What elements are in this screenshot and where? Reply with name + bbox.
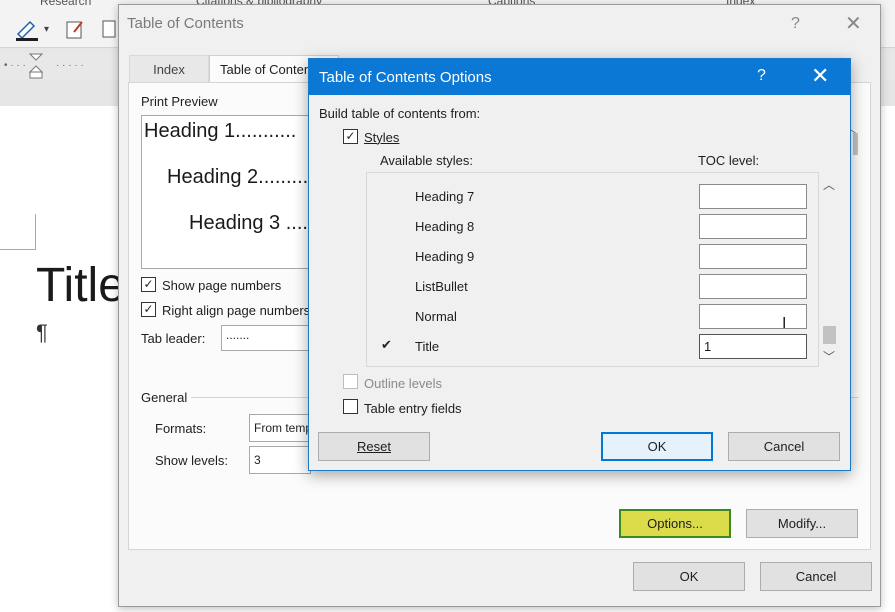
dialog-title: Table of Contents — [127, 15, 244, 32]
pilcrow-mark: ¶ — [36, 320, 48, 345]
toc-level-input[interactable] — [699, 274, 807, 299]
toc-level-input[interactable] — [699, 304, 807, 329]
style-name: Heading 8 — [415, 219, 475, 234]
print-preview-label: Print Preview — [141, 94, 218, 109]
table-entry-fields-checkbox[interactable] — [343, 399, 358, 414]
options-help-icon[interactable]: ? — [757, 67, 766, 85]
show-page-numbers-checkbox[interactable]: ✓ — [141, 277, 156, 292]
toc-level-input[interactable] — [699, 214, 807, 239]
available-styles-header: Available styles: — [380, 153, 473, 168]
outline-levels-label: Outline levels — [364, 376, 443, 391]
styles-scrollbar[interactable]: ︿ ﹀ — [820, 172, 838, 367]
tab-index[interactable]: Index — [129, 55, 209, 83]
toc-level-header: TOC level: — [698, 153, 760, 168]
pen-icon[interactable] — [14, 18, 40, 42]
ribbon-tab-research[interactable]: Research — [40, 0, 91, 8]
close-icon[interactable]: ✕ — [845, 11, 862, 36]
style-row-heading-7[interactable]: Heading 7 — [367, 181, 820, 211]
ok-button[interactable]: OK — [633, 562, 745, 591]
toc-level-input[interactable] — [699, 244, 807, 269]
style-name: Heading 9 — [415, 249, 475, 264]
svg-text:· · · · ·: · · · · · — [56, 60, 84, 71]
modify-button[interactable]: Modify... — [746, 509, 858, 538]
toc-options-dialog: Table of Contents Options ? ✕ Build tabl… — [308, 58, 851, 471]
style-name: ListBullet — [415, 279, 468, 294]
general-group-label: General — [141, 390, 188, 405]
style-name: Normal — [415, 309, 457, 324]
table-entry-fields-label: Table entry fields — [364, 401, 462, 416]
style-row-heading-8[interactable]: Heading 8 — [367, 211, 820, 241]
svg-text:• · · ·: • · · · — [4, 60, 26, 71]
general-separator — [191, 397, 311, 398]
options-button[interactable]: Options... — [619, 509, 731, 538]
style-name: Title — [415, 339, 440, 354]
style-used-check-icon: ✔ — [381, 337, 392, 352]
right-align-label: Right align page numbers — [162, 303, 310, 318]
style-row-heading-9[interactable]: Heading 9 — [367, 241, 820, 271]
style-row-normal[interactable]: Normal — [367, 301, 820, 331]
styles-checkbox[interactable]: ✓ — [343, 129, 358, 144]
scroll-up-arrow-icon[interactable]: ︿ — [823, 176, 835, 193]
cancel-button[interactable]: Cancel — [760, 562, 872, 591]
margin-corner-mark — [0, 214, 36, 250]
show-levels-label: Show levels: — [155, 453, 228, 468]
options-close-icon[interactable]: ✕ — [811, 63, 829, 89]
styles-checkbox-label: Styles — [364, 130, 400, 145]
style-row-title[interactable]: ✔ Title 1 — [367, 331, 820, 361]
outline-levels-checkbox[interactable] — [343, 374, 358, 389]
scroll-down-arrow-icon[interactable]: ﹀ — [823, 348, 835, 365]
styles-list: Heading 7 Heading 8 Heading 9 ListBullet… — [366, 172, 819, 367]
formats-select[interactable]: From template — [249, 414, 311, 442]
scroll-thumb[interactable] — [823, 326, 836, 344]
preview-heading-2: Heading 2......... — [167, 166, 309, 188]
general-separator-right — [851, 397, 859, 398]
reset-button[interactable]: Reset — [318, 432, 430, 461]
chevron-down-icon[interactable]: ▾ — [44, 24, 49, 35]
text-cursor-icon: I — [782, 315, 787, 332]
document-title-text[interactable]: Title — [36, 258, 125, 313]
print-preview-box: Heading 1........... Heading 2......... … — [141, 115, 311, 269]
options-cancel-button[interactable]: Cancel — [728, 432, 840, 461]
show-page-numbers-label: Show page numbers — [162, 278, 282, 293]
options-ok-button[interactable]: OK — [601, 432, 713, 461]
style-row-listbullet[interactable]: ListBullet — [367, 271, 820, 301]
document-icon[interactable] — [100, 18, 118, 40]
preview-heading-3: Heading 3 ....... — [189, 212, 310, 234]
mark-entry-icon[interactable] — [64, 18, 86, 40]
right-align-checkbox[interactable]: ✓ — [141, 302, 156, 317]
preview-heading-1: Heading 1........... — [144, 120, 297, 142]
preview-scroll-thumb[interactable] — [853, 133, 858, 155]
show-levels-spinner[interactable]: 3 — [249, 446, 311, 474]
toc-level-input[interactable] — [699, 184, 807, 209]
toc-level-input-active[interactable]: 1 — [699, 334, 807, 359]
style-name: Heading 7 — [415, 189, 475, 204]
options-dialog-title: Table of Contents Options — [319, 69, 492, 86]
build-from-label: Build table of contents from: — [319, 106, 481, 121]
help-icon[interactable]: ? — [791, 15, 800, 33]
formats-label: Formats: — [155, 421, 207, 436]
tab-leader-label: Tab leader: — [141, 331, 206, 346]
tab-leader-select[interactable]: ....... — [221, 325, 311, 351]
